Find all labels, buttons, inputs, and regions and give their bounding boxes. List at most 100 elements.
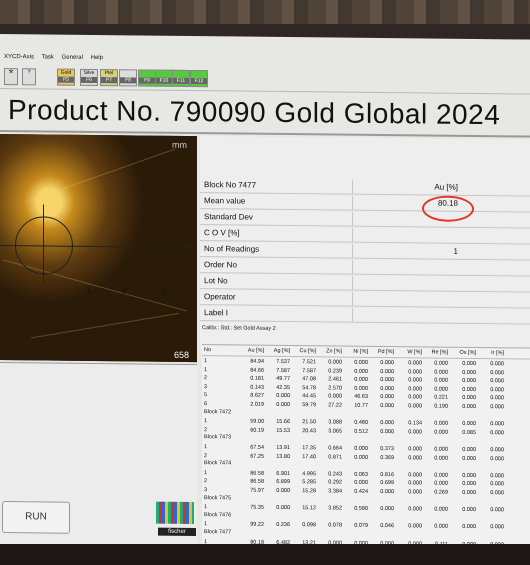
table-cell: 0.000 [354, 376, 368, 384]
grid-column-header[interactable]: Ir [%] [480, 350, 504, 356]
table-cell: 15.28 [302, 488, 316, 495]
table-cell: 0.664 [328, 445, 342, 452]
table-cell: 0.000 [328, 359, 342, 366]
table-cell: 3.852 [328, 505, 342, 512]
table-cell: 0.480 [354, 419, 368, 427]
cov-label: C O V [%] [204, 228, 240, 238]
table-cell: 6.899 [276, 479, 290, 486]
grid-column-header[interactable]: Pd [%] [370, 349, 394, 355]
table-cell: 0.000 [462, 421, 476, 428]
f9-button[interactable]: F9 [138, 69, 156, 87]
grid-column-header[interactable]: Ag [%] [266, 348, 290, 354]
table-cell: 60.19 [250, 427, 264, 434]
table-cell: 0.000 [354, 359, 368, 366]
f11-button[interactable]: F11 [172, 69, 190, 87]
table-cell: 0.000 [380, 359, 394, 367]
grid-column-header[interactable]: Os [%] [452, 350, 476, 356]
table-cell: 0.000 [328, 393, 342, 400]
table-cell: 0.000 [434, 446, 448, 453]
table-cell: 0.000 [276, 393, 290, 400]
measurement-info-table: Block No 7477 Au [%] Mean value 80.18 Stan… [200, 136, 530, 352]
help-cursor-icon[interactable]: ? [22, 68, 36, 86]
order-value[interactable] [352, 259, 462, 275]
menu-help[interactable]: Help [91, 55, 103, 61]
scale-mark-1: 1 [86, 284, 92, 295]
grid-column-header[interactable]: Zn [%] [318, 348, 342, 354]
table-cell: 0.000 [434, 360, 448, 367]
grid-column-header[interactable]: No [204, 347, 224, 353]
table-cell: 0.181 [250, 375, 264, 382]
f10-button[interactable]: F10 [155, 69, 173, 87]
table-cell: 0.424 [354, 488, 368, 495]
table-cell: 0.221 [434, 394, 448, 402]
status-chip-icon [156, 501, 194, 525]
key-f9: F9 [139, 77, 155, 84]
table-cell: 0.000 [408, 472, 422, 479]
table-cell: 0.000 [434, 472, 448, 479]
table-cell: 59.00 [250, 418, 264, 425]
table-cell: 0.000 [354, 385, 368, 392]
f12-button[interactable]: F12 [190, 69, 208, 88]
table-cell: 17.35 [302, 445, 316, 452]
grid-column-header[interactable]: W [%] [398, 349, 422, 355]
table-cell: 15.53 [276, 427, 290, 434]
grid-column-header[interactable]: Ni [%] [344, 349, 368, 355]
table-cell: 21.50 [302, 419, 316, 426]
table-cell: 0.000 [462, 386, 476, 393]
operator-value[interactable] [352, 291, 462, 307]
lot-value[interactable] [352, 275, 462, 291]
table-cell: 0.000 [408, 429, 422, 436]
f8-button[interactable]: F8 [119, 69, 137, 87]
table-cell: 0.143 [250, 384, 264, 391]
table-cell: 0.243 [328, 471, 342, 478]
table-cell: 15.12 [302, 505, 316, 512]
table-cell: 0.098 [302, 522, 316, 529]
table-cell: 75.97 [250, 487, 264, 494]
table-cell: 0.000 [434, 420, 448, 427]
table-cell: 0.000 [408, 403, 422, 410]
gold-button[interactable]: Gold F5 [57, 68, 75, 86]
std-label: Standard Dev [204, 212, 253, 222]
menu-general[interactable]: General [62, 55, 83, 61]
table-row[interactable]: 1 99.22 0.236 0.098 0.078 0.079 0.046 0.000 0.00… [202, 521, 530, 533]
table-cell: 8.627 [250, 393, 264, 400]
key-f7: F7 [101, 77, 117, 84]
table-cell: 0.699 [380, 480, 394, 487]
order-label: Order No [204, 260, 237, 270]
menu-task[interactable]: Task [42, 54, 54, 60]
monitor-bezel-top [0, 0, 530, 38]
grid-column-header[interactable]: Re [%] [424, 349, 448, 356]
label-value[interactable] [352, 307, 462, 323]
table-cell: 0.000 [380, 377, 394, 384]
grid-column-header[interactable]: Au [%] [240, 348, 264, 354]
silver-button-label: Silve [83, 69, 95, 76]
row-number: 5 [204, 392, 208, 399]
camera-view[interactable]: 1 2 3 mm 658 [0, 134, 197, 363]
table-cell: 0.292 [328, 479, 342, 486]
table-cell: 7.587 [302, 367, 316, 374]
table-row[interactable]: 1 75.35 0.000 15.12 3.852 0.580 0.000 0.000 0.00… [202, 503, 530, 515]
row-number: 2 [204, 478, 208, 485]
ptel-button[interactable]: Ptel F7 [100, 69, 118, 87]
row-number: 1 [204, 366, 208, 373]
silver-button[interactable]: Silve F6 [80, 68, 98, 87]
table-cell: 15.66 [276, 419, 290, 426]
grid-block-label: Block 7474 [204, 460, 232, 467]
table-cell: 54.78 [302, 384, 316, 392]
menu-xycd-axis[interactable]: XYCD-Axis [4, 54, 34, 60]
run-button[interactable]: RUN [2, 501, 70, 534]
unit-label: mm [172, 139, 187, 150]
table-cell: 0.000 [408, 523, 422, 530]
grid-block-label: Block 7476 [204, 511, 232, 519]
table-cell: 0.000 [434, 455, 448, 462]
tool-icon-1[interactable]: ⚒ [4, 68, 18, 86]
table-cell: 0.000 [462, 369, 476, 376]
row-number: 1 [204, 521, 208, 528]
grid-column-header[interactable]: Cu [%] [292, 348, 316, 354]
table-cell: 0.000 [408, 386, 422, 393]
row-number: 2 [204, 375, 208, 382]
readings-value: 1 [352, 243, 462, 259]
label-label: Label I [204, 308, 229, 318]
table-cell: 0.000 [490, 524, 504, 531]
row-number: 3 [204, 383, 208, 390]
